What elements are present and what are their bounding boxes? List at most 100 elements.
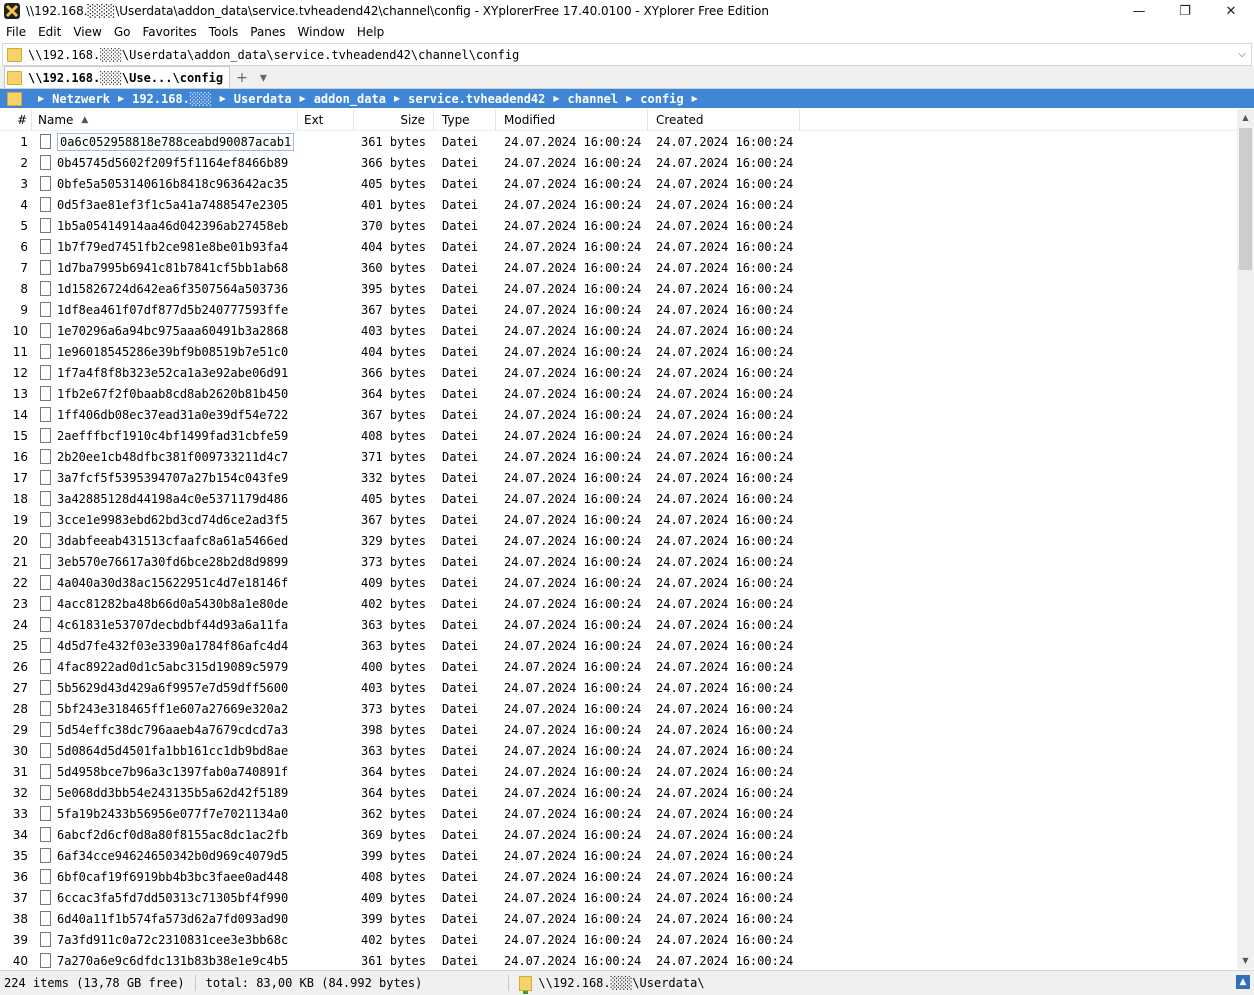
table-row[interactable]: 2 0b45745d5602f209f5f1164ef8466b89 366 byt… [0,152,1237,173]
table-row[interactable]: 11 1e96018545286e39bf9b08519b7e51c0 404 by… [0,341,1237,362]
table-row[interactable]: 20 3dabfeeab431513cfaafc8a61a5466ed 329 by… [0,530,1237,551]
table-row[interactable]: 35 6af34cce94624650342b0d969c4079d5 399 by… [0,845,1237,866]
breadcrumb-host[interactable]: 192.168.░░░ [132,92,211,106]
file-name-cell[interactable]: 3cce1e9983ebd62bd3cd74d6ce2ad3f5 [32,512,298,527]
table-row[interactable]: 8 1d15826724d642ea6f3507564a503736 395 byt… [0,278,1237,299]
file-name-cell[interactable]: 0a6c052958818e788ceabd90087acab1 [32,132,298,151]
breadcrumb-separator-icon[interactable]: ▶ [300,94,306,103]
breadcrumb-config[interactable]: config [640,92,683,106]
file-name-cell[interactable]: 5e068dd3bb54e243135b5a62d42f5189 [32,785,298,800]
table-row[interactable]: 19 3cce1e9983ebd62bd3cd74d6ce2ad3f5 367 by… [0,509,1237,530]
breadcrumb-userdata[interactable]: Userdata [234,92,292,106]
file-name-cell[interactable]: 6ccac3fa5fd7dd50313c71305bf4f990 [32,890,298,905]
breadcrumb-separator-icon[interactable]: ▶ [38,94,44,103]
table-row[interactable]: 29 5d54effc38dc796aaeb4a7679cdcd7a3 398 by… [0,719,1237,740]
scroll-up-arrow-icon[interactable]: ▲ [1237,109,1254,126]
table-row[interactable]: 10 1e70296a6a94bc975aaa60491b3a2868 403 by… [0,320,1237,341]
file-name-cell[interactable]: 5b5629d43d429a6f9957e7d59dff5600 [32,680,298,695]
table-row[interactable]: 33 5fa19b2433b56956e077f7e7021134a0 362 by… [0,803,1237,824]
column-header-type[interactable]: Type [434,109,496,130]
table-row[interactable]: 21 3eb570e76617a30fd6bce28b2d8d9899 373 by… [0,551,1237,572]
table-row[interactable]: 28 5bf243e318465ff1e607a27669e320a2 373 by… [0,698,1237,719]
menu-tools[interactable]: Tools [203,25,245,39]
table-row[interactable]: 5 1b5a05414914aa46d042396ab27458eb 370 byt… [0,215,1237,236]
file-name-cell[interactable]: 3eb570e76617a30fd6bce28b2d8d9899 [32,554,298,569]
table-row[interactable]: 40 7a270a6e9c6dfdc131b83b38e1e9c4b5 361 by… [0,950,1237,969]
scroll-down-arrow-icon[interactable]: ▼ [1237,952,1254,969]
folder-icon[interactable] [7,91,22,106]
table-row[interactable]: 7 1d7ba7995b6941c81b7841cf5bb1ab68 360 byt… [0,257,1237,278]
new-tab-button[interactable]: + [230,67,254,88]
menu-go[interactable]: Go [108,25,137,39]
file-name-cell[interactable]: 7a3fd911c0a72c2310831cee3e3bb68c [32,932,298,947]
file-name-cell[interactable]: 1b7f79ed7451fb2ce981e8be01b93fa4 [32,239,298,254]
file-name-cell[interactable]: 1ff406db08ec37ead31a0e39df54e722 [32,407,298,422]
file-name-cell[interactable]: 7a270a6e9c6dfdc131b83b38e1e9c4b5 [32,953,298,968]
breadcrumb-addon-data[interactable]: addon_data [314,92,386,106]
file-name-cell[interactable]: 4c61831e53707decbdbf44d93a6a11fa [32,617,298,632]
address-dropdown-icon[interactable]: ⌵ [1233,49,1251,60]
table-row[interactable]: 9 1df8ea461f07df877d5b240777593ffe 367 byt… [0,299,1237,320]
table-row[interactable]: 18 3a42885128d44198a4c0e5371179d486 405 by… [0,488,1237,509]
table-row[interactable]: 36 6bf0caf19f6919bb4b3bc3faee0ad448 408 by… [0,866,1237,887]
file-name-cell[interactable]: 1d7ba7995b6941c81b7841cf5bb1ab68 [32,260,298,275]
column-header-name[interactable]: Name ▲ [32,109,298,130]
table-row[interactable]: 22 4a040a30d38ac15622951c4d7e18146f 409 by… [0,572,1237,593]
menu-file[interactable]: File [0,25,32,39]
minimize-button[interactable]: — [1116,0,1162,22]
table-row[interactable]: 23 4acc81282ba48b66d0a5430b8a1e80de 402 by… [0,593,1237,614]
file-name-cell[interactable]: 6bf0caf19f6919bb4b3bc3faee0ad448 [32,869,298,884]
file-name-cell[interactable]: 1d15826724d642ea6f3507564a503736 [32,281,298,296]
scrollbar-thumb[interactable] [1239,128,1252,270]
table-row[interactable]: 24 4c61831e53707decbdbf44d93a6a11fa 363 by… [0,614,1237,635]
file-name-cell[interactable]: 5fa19b2433b56956e077f7e7021134a0 [32,806,298,821]
table-row[interactable]: 13 1fb2e67f2f0baab8cd8ab2620b81b450 364 by… [0,383,1237,404]
table-row[interactable]: 26 4fac8922ad0d1c5abc315d19089c5979 400 by… [0,656,1237,677]
file-name-cell[interactable]: 0b45745d5602f209f5f1164ef8466b89 [32,155,298,170]
file-name-cell[interactable]: 1f7a4f8f8b323e52ca1a3e92abe06d91 [32,365,298,380]
breadcrumb-separator-icon[interactable]: ▶ [118,94,124,103]
file-name-cell[interactable]: 3dabfeeab431513cfaafc8a61a5466ed [32,533,298,548]
table-row[interactable]: 25 4d5d7fe432f03e3390a1784f86afc4d4 363 by… [0,635,1237,656]
table-row[interactable]: 38 6d40a11f1b574fa573d62a7fd093ad90 399 by… [0,908,1237,929]
tab-config[interactable]: \\192.168.░░░\Use...\config [4,66,231,88]
breadcrumb-separator-icon[interactable]: ▶ [626,94,632,103]
table-row[interactable]: 30 5d0864d5d4501fa1bb161cc1db9bd8ae 363 by… [0,740,1237,761]
file-name-cell[interactable]: 5d54effc38dc796aaeb4a7679cdcd7a3 [32,722,298,737]
table-row[interactable]: 16 2b20ee1cb48dfbc381f009733211d4c7 371 by… [0,446,1237,467]
file-name-cell[interactable]: 6af34cce94624650342b0d969c4079d5 [32,848,298,863]
breadcrumb-separator-icon[interactable]: ▶ [394,94,400,103]
tab-menu-chevron-icon[interactable]: ▾ [254,67,273,88]
table-row[interactable]: 1 0a6c052958818e788ceabd90087acab1 361 byt… [0,131,1237,152]
breadcrumb-separator-icon[interactable]: ▶ [553,94,559,103]
file-name-cell[interactable]: 6d40a11f1b574fa573d62a7fd093ad90 [32,911,298,926]
file-name-cell[interactable]: 3a42885128d44198a4c0e5371179d486 [32,491,298,506]
menu-favorites[interactable]: Favorites [136,25,202,39]
table-row[interactable]: 37 6ccac3fa5fd7dd50313c71305bf4f990 409 by… [0,887,1237,908]
table-row[interactable]: 34 6abcf2d6cf0d8a80f8155ac8dc1ac2fb 369 by… [0,824,1237,845]
maximize-button[interactable]: ❐ [1162,0,1208,22]
file-name-cell[interactable]: 1e96018545286e39bf9b08519b7e51c0 [32,344,298,359]
breadcrumb-separator-icon[interactable]: ▶ [692,94,698,103]
table-row[interactable]: 32 5e068dd3bb54e243135b5a62d42f5189 364 by… [0,782,1237,803]
vertical-scrollbar[interactable]: ▲ ▼ [1237,109,1254,969]
file-name-cell[interactable]: 2b20ee1cb48dfbc381f009733211d4c7 [32,449,298,464]
table-row[interactable]: 27 5b5629d43d429a6f9957e7d59dff5600 403 by… [0,677,1237,698]
xyplorer-app-icon[interactable] [4,3,20,19]
table-row[interactable]: 3 0bfe5a5053140616b8418c963642ac35 405 byt… [0,173,1237,194]
file-name-cell[interactable]: 1df8ea461f07df877d5b240777593ffe [32,302,298,317]
table-row[interactable]: 4 0d5f3ae81ef3f1c5a41a7488547e2305 401 byt… [0,194,1237,215]
breadcrumb-netzwerk[interactable]: Netzwerk [52,92,110,106]
table-row[interactable]: 39 7a3fd911c0a72c2310831cee3e3bb68c 402 by… [0,929,1237,950]
table-row[interactable]: 17 3a7fcf5f5395394707a27b154c043fe9 332 by… [0,467,1237,488]
file-list[interactable]: # Name ▲ Ext Size Type Modified Created … [0,109,1237,969]
column-header-created[interactable]: Created [648,109,800,130]
breadcrumb-service-tvheadend42[interactable]: service.tvheadend42 [408,92,545,106]
table-row[interactable]: 6 1b7f79ed7451fb2ce981e8be01b93fa4 404 byt… [0,236,1237,257]
file-name-cell[interactable]: 1b5a05414914aa46d042396ab27458eb [32,218,298,233]
file-name-cell[interactable]: 2aefffbcf1910c4bf1499fad31cbfe59 [32,428,298,443]
menu-view[interactable]: View [67,25,107,39]
table-row[interactable]: 14 1ff406db08ec37ead31a0e39df54e722 367 by… [0,404,1237,425]
column-header-modified[interactable]: Modified [496,109,648,130]
file-name-cell[interactable]: 0bfe5a5053140616b8418c963642ac35 [32,176,298,191]
